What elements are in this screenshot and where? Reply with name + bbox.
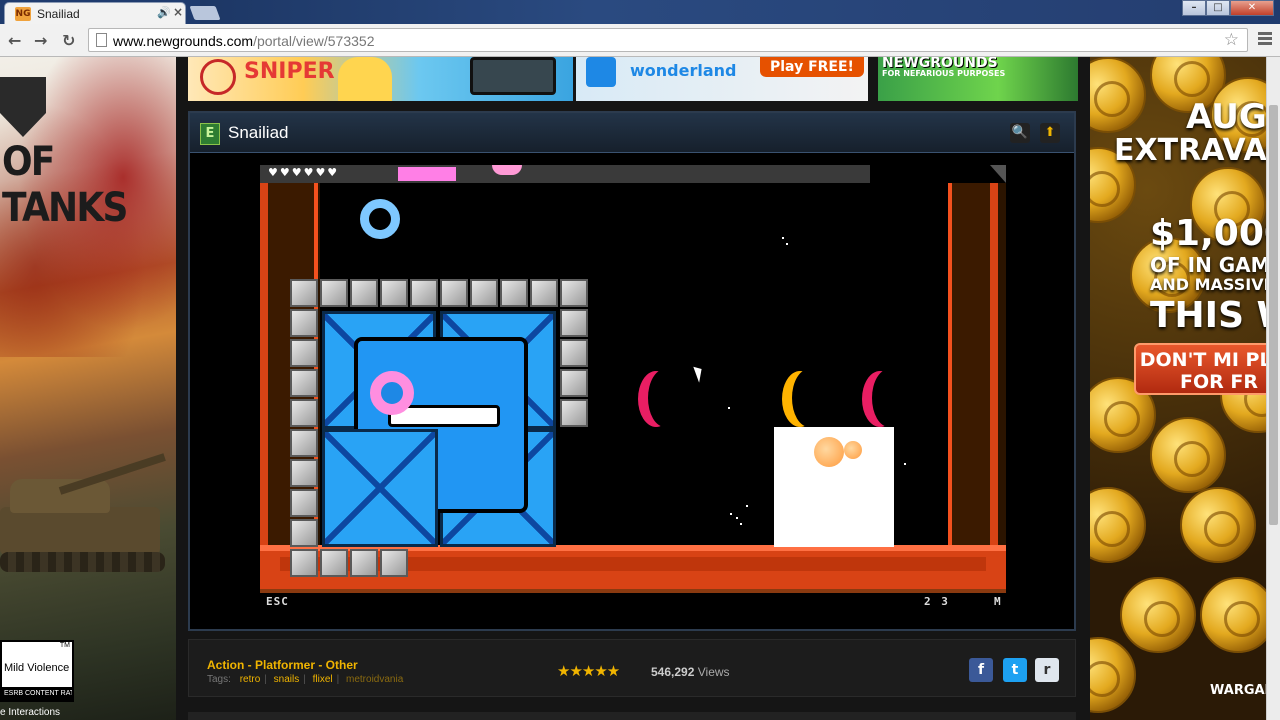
ad-line-6: THIS W — [1150, 295, 1280, 336]
page-scrollbar[interactable] — [1266, 57, 1280, 720]
hud-bar: ♥♥♥♥♥♥ — [260, 165, 870, 183]
esrb-bar: ESRB CONTENT RATING www.esrb.org — [2, 687, 72, 700]
newgrounds-merch-banner-ad[interactable]: NEWGROUNDS FOR NEFARIOUS PURPOSES — [878, 57, 1078, 101]
browser-toolbar: ← → ↻ www.newgrounds.com/portal/view/573… — [0, 24, 1280, 57]
game-canvas[interactable]: ♥♥♥♥♥♥ ESC 2 3 M — [260, 165, 1006, 609]
address-bar[interactable]: www.newgrounds.com/portal/view/573352 ☆ — [88, 28, 1248, 52]
ad-line-3: $1,000 — [1150, 213, 1280, 254]
wonderland-banner-ad[interactable]: wonderland Play FREE! — [576, 57, 868, 101]
back-arrow-icon[interactable]: ← — [8, 31, 21, 50]
facebook-share-icon[interactable]: f — [969, 658, 993, 682]
tab-title: Snailiad — [37, 7, 80, 21]
pink-crescent — [862, 369, 906, 427]
block-cluster — [290, 279, 590, 579]
url-path: /portal/view/573352 — [253, 33, 375, 49]
fullscreen-icon[interactable]: ⬆ — [1040, 123, 1060, 143]
newgrounds-banner-sub: FOR NEFARIOUS PURPOSES — [882, 69, 1006, 78]
sniper-banner-ad[interactable]: SNIPER — [188, 57, 573, 101]
gold-crescent — [782, 369, 826, 427]
banner-row: SNIPER wonderland Play FREE! NEWGROUNDS … — [188, 57, 1078, 101]
ad-line-2: EXTRAVA — [1114, 133, 1267, 168]
game-bottom-strip: ESC 2 3 M — [260, 589, 1006, 609]
url-text[interactable]: www.newgrounds.com/portal/view/573352 — [113, 33, 374, 49]
new-tab-button[interactable] — [189, 6, 221, 20]
wonderland-title: wonderland — [630, 61, 737, 80]
item-counter: 2 3 — [924, 595, 950, 608]
hearts-health: ♥♥♥♥♥♥ — [268, 166, 340, 179]
crosshair-icon — [200, 59, 236, 95]
browser-window: NG Snailiad 🔊 × – □ ✕ ← → ↻ www.newgroun… — [0, 0, 1280, 720]
ad-cta-button[interactable]: DON'T MI PLAY FOR FR — [1134, 343, 1280, 395]
world-of-tanks-right-ad[interactable]: AUGU EXTRAVA $1,000 OF IN GAM AND MASSIV… — [1090, 57, 1280, 720]
views-count: 546,292 Views — [651, 665, 730, 679]
pink-crescent — [638, 369, 682, 427]
orange-orb — [814, 437, 844, 467]
game-info-panel: Action - Platformer - Other Tags: retro |… — [188, 639, 1076, 697]
views-label: Views — [697, 665, 730, 679]
views-number: 546,292 — [651, 665, 695, 679]
orange-orb — [844, 441, 862, 459]
esc-key-label[interactable]: ESC — [266, 595, 289, 608]
speaker-icon[interactable]: 🔊 — [157, 6, 171, 19]
tank-illustration — [0, 453, 170, 587]
web-page: OF TANKS TM Mild Violence ESRB CONTENT R… — [0, 57, 1280, 720]
page-icon — [96, 33, 107, 47]
newgrounds-favicon-icon: NG — [15, 7, 31, 21]
tag-link[interactable]: retro — [240, 674, 261, 685]
window-maximize-button[interactable]: □ — [1206, 0, 1230, 16]
reload-icon[interactable]: ↻ — [62, 31, 75, 50]
anime-character-icon — [338, 57, 392, 101]
white-block — [774, 427, 894, 547]
twitter-share-icon[interactable]: t — [1003, 658, 1027, 682]
tag-link[interactable]: flixel — [313, 674, 333, 685]
esrb-footer: e Interactions — [0, 707, 61, 718]
game-screenshot-thumbnail — [470, 57, 556, 95]
pink-snail-shell — [370, 371, 414, 415]
reddit-share-icon[interactable]: r — [1035, 658, 1059, 682]
genre-link[interactable]: Action - Platformer - Other — [207, 658, 358, 672]
tab-close-icon[interactable]: × — [173, 5, 183, 19]
boss-health-bar — [398, 167, 456, 181]
tags-label: Tags: — [207, 674, 231, 685]
zoom-icon[interactable]: 🔍 — [1010, 123, 1030, 143]
game-panel-logo-icon: E — [200, 123, 220, 145]
esrb-descriptor: Mild Violence — [4, 662, 70, 674]
sniper-title: SNIPER — [244, 59, 335, 84]
world-of-tanks-left-ad[interactable]: OF TANKS TM Mild Violence ESRB CONTENT R… — [0, 57, 176, 720]
play-free-button[interactable]: Play FREE! — [760, 57, 864, 77]
gift-box-icon — [586, 57, 616, 87]
ad-cta-label: DON'T MI PLAY FOR FR — [1139, 349, 1280, 393]
game-panel: E Snailiad 🔍 ⬆ ♥♥♥♥♥♥ ESC 2 3 M — [188, 111, 1076, 631]
window-minimize-button[interactable]: – — [1182, 0, 1206, 16]
esrb-rating-badge: TM Mild Violence ESRB CONTENT RATING www… — [0, 640, 74, 702]
game-panel-header: E Snailiad 🔍 ⬆ — [190, 113, 1074, 153]
tab-bar: NG Snailiad 🔊 × – □ ✕ — [0, 0, 1280, 24]
scrollbar-thumb[interactable] — [1269, 105, 1278, 525]
center-column: SNIPER wonderland Play FREE! NEWGROUNDS … — [176, 57, 1090, 720]
lower-panel-edge — [188, 712, 1076, 720]
browser-tab[interactable]: NG Snailiad 🔊 × — [4, 2, 186, 24]
window-close-button[interactable]: ✕ — [1230, 0, 1274, 16]
blue-ring-projectile — [360, 199, 400, 239]
tag-link[interactable]: metroidvania — [346, 674, 403, 685]
ad-line-5: AND MASSIVE — [1150, 275, 1275, 294]
wot-logo-text: OF TANKS — [2, 139, 128, 231]
map-key-label[interactable]: M — [994, 595, 1001, 608]
tag-link[interactable]: snails — [274, 674, 300, 685]
tab-bar-background — [200, 0, 1180, 24]
blue-crate — [322, 429, 438, 547]
ad-line-4: OF IN GAM — [1150, 253, 1271, 277]
rating-stars[interactable]: ★★★★★ — [557, 662, 620, 680]
mouse-cursor-icon — [693, 364, 706, 383]
chrome-menu-icon[interactable] — [1258, 32, 1272, 47]
tags-row: Tags: retro | snails | flixel | metroidvani… — [207, 674, 404, 685]
right-wall — [948, 183, 1006, 605]
game-title: Snailiad — [228, 123, 289, 142]
bookmark-star-icon[interactable]: ☆ — [1224, 30, 1239, 50]
forward-arrow-icon[interactable]: → — [34, 31, 47, 50]
hud-right-corner — [990, 165, 1006, 183]
url-domain: www.newgrounds.com — [113, 33, 254, 49]
